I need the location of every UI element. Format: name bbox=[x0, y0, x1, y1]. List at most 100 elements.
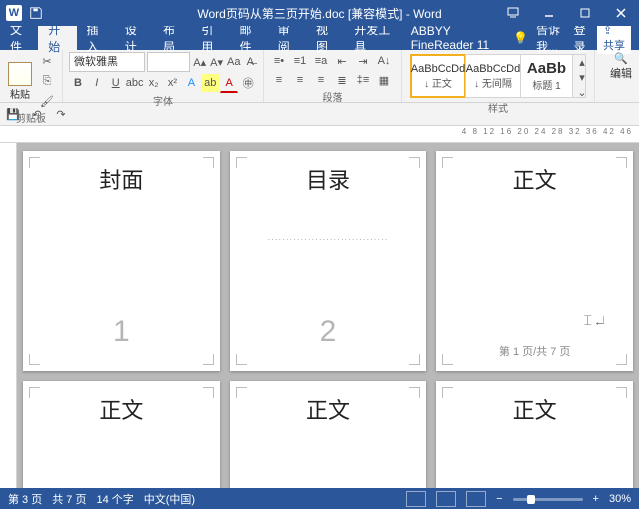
ribbon: 粘贴 ✂ ⎘ 🖌 剪贴板 微软雅黑 A▴ A▾ Aa A̶ B I U bbox=[0, 50, 639, 103]
tab-review[interactable]: 审阅 bbox=[268, 26, 306, 50]
increase-indent-icon[interactable]: ⇥ bbox=[354, 52, 372, 70]
page-thumbnail[interactable]: 正文 bbox=[23, 381, 220, 488]
save-icon[interactable] bbox=[26, 0, 46, 26]
line-spacing-icon[interactable]: ‡≡ bbox=[354, 71, 372, 89]
window-title: Word页码从第三页开始.doc [兼容模式] - Word bbox=[197, 5, 441, 22]
sort-icon[interactable]: A↓ bbox=[375, 52, 393, 70]
tab-layout[interactable]: 布局 bbox=[153, 26, 191, 50]
tab-file[interactable]: 文件 bbox=[0, 26, 38, 50]
maximize-button[interactable] bbox=[567, 0, 603, 26]
style-heading1[interactable]: AaBb 标题 1 bbox=[520, 54, 573, 98]
tab-home[interactable]: 开始 bbox=[38, 26, 76, 50]
decrease-indent-icon[interactable]: ⇤ bbox=[333, 52, 351, 70]
highlight-icon[interactable]: ab bbox=[201, 74, 219, 92]
font-size-select[interactable] bbox=[147, 52, 190, 72]
tab-design[interactable]: 设计 bbox=[115, 26, 153, 50]
zoom-out-button[interactable]: − bbox=[496, 493, 502, 505]
zoom-in-button[interactable]: + bbox=[593, 493, 599, 505]
tab-references[interactable]: 引用 bbox=[191, 26, 229, 50]
font-color-icon[interactable]: A bbox=[220, 74, 238, 93]
page-footer-text: 第 1 页/共 7 页 bbox=[436, 343, 633, 359]
print-layout-icon[interactable] bbox=[436, 491, 456, 507]
page-number: 1 bbox=[23, 315, 220, 349]
tab-insert[interactable]: 插入 bbox=[77, 26, 115, 50]
vertical-ruler[interactable] bbox=[0, 143, 17, 488]
paste-button[interactable]: 粘贴 bbox=[6, 62, 34, 101]
subscript-button[interactable]: x₂ bbox=[145, 74, 163, 92]
page-heading: 正文 bbox=[513, 163, 557, 195]
strikethrough-button[interactable]: abc bbox=[126, 74, 144, 92]
multilevel-icon[interactable]: ≡a bbox=[312, 52, 330, 70]
web-layout-icon[interactable] bbox=[466, 491, 486, 507]
tab-abbyy[interactable]: ABBYY FineReader 11 bbox=[401, 26, 513, 50]
status-page[interactable]: 第 3 页 bbox=[8, 491, 42, 507]
title-bar: W Word页码从第三页开始.doc [兼容模式] - Word bbox=[0, 0, 639, 26]
underline-button[interactable]: U bbox=[107, 74, 125, 92]
style-name: 标题 1 bbox=[532, 77, 560, 92]
redo-icon[interactable]: ↷ bbox=[52, 105, 70, 123]
justify-icon[interactable]: ≣ bbox=[333, 71, 351, 89]
style-sample: AaBbCcDd bbox=[466, 63, 520, 75]
font-name-select[interactable]: 微软雅黑 bbox=[69, 52, 145, 72]
style-sample: AaBbCcDd bbox=[411, 63, 465, 75]
italic-button[interactable]: I bbox=[88, 74, 106, 92]
status-pages-total[interactable]: 共 7 页 bbox=[52, 491, 86, 507]
paste-label: 粘贴 bbox=[10, 86, 30, 101]
page-heading: 正文 bbox=[513, 393, 557, 425]
style-normal[interactable]: AaBbCcDd ↓ 正文 bbox=[410, 54, 466, 98]
align-right-icon[interactable]: ≡ bbox=[312, 71, 330, 89]
word-app-icon: W bbox=[6, 5, 22, 21]
status-word-count[interactable]: 14 个字 bbox=[96, 491, 133, 507]
group-clipboard: 粘贴 ✂ ⎘ 🖌 剪贴板 bbox=[0, 50, 63, 102]
shading-icon[interactable]: ▦ bbox=[375, 71, 393, 89]
cut-icon[interactable]: ✂ bbox=[38, 52, 56, 70]
page-heading: 目录 bbox=[306, 163, 350, 195]
style-no-spacing[interactable]: AaBbCcDd ↓ 无间隔 bbox=[465, 54, 521, 98]
copy-icon[interactable]: ⎘ bbox=[38, 72, 56, 90]
enclose-char-icon[interactable]: ㊥ bbox=[239, 74, 257, 92]
zoom-slider[interactable] bbox=[513, 498, 583, 501]
tab-developer[interactable]: 开发工具 bbox=[344, 26, 400, 50]
status-bar: 第 3 页 共 7 页 14 个字 中文(中国) − + 30% bbox=[0, 488, 639, 509]
tell-me-icon[interactable]: 💡 bbox=[513, 31, 528, 45]
find-icon[interactable]: 🔍 bbox=[614, 52, 628, 65]
text-effects-icon[interactable]: A bbox=[182, 74, 200, 92]
change-case-icon[interactable]: Aa bbox=[226, 53, 241, 71]
tab-mailings[interactable]: 邮件 bbox=[230, 26, 268, 50]
zoom-level[interactable]: 30% bbox=[609, 493, 631, 505]
numbering-icon[interactable]: ≡1 bbox=[291, 52, 309, 70]
superscript-button[interactable]: x² bbox=[164, 74, 182, 92]
page-thumbnail[interactable]: 正文 bbox=[436, 381, 633, 488]
grow-font-icon[interactable]: A▴ bbox=[192, 53, 207, 71]
page-thumbnail[interactable]: 封面 1 bbox=[23, 151, 220, 371]
bullets-icon[interactable]: ≡• bbox=[270, 52, 288, 70]
close-button[interactable] bbox=[603, 0, 639, 26]
group-paragraph: ≡• ≡1 ≡a ⇤ ⇥ A↓ ≡ ≡ ≡ ≣ ‡≡ ▦ 段落 bbox=[264, 50, 402, 102]
styles-label: 样式 bbox=[408, 100, 588, 112]
page-thumbnail[interactable]: 目录 ································· 2 bbox=[230, 151, 427, 371]
status-language[interactable]: 中文(中国) bbox=[144, 491, 195, 507]
share-button[interactable]: ⇪ 共享 bbox=[597, 23, 631, 54]
bold-button[interactable]: B bbox=[69, 74, 87, 92]
page-heading: 正文 bbox=[99, 393, 143, 425]
minimize-button[interactable] bbox=[531, 0, 567, 26]
page-thumbnail[interactable]: 正文 bbox=[230, 381, 427, 488]
horizontal-ruler[interactable]: 4 8 12 16 20 24 28 32 36 42 46 bbox=[0, 126, 639, 143]
align-left-icon[interactable]: ≡ bbox=[270, 71, 288, 89]
tab-view[interactable]: 视图 bbox=[306, 26, 344, 50]
style-name: ↓ 正文 bbox=[424, 75, 452, 90]
align-center-icon[interactable]: ≡ bbox=[291, 71, 309, 89]
read-mode-icon[interactable] bbox=[406, 491, 426, 507]
save-qat-icon[interactable]: 💾 bbox=[4, 105, 22, 123]
ribbon-options-icon[interactable] bbox=[495, 0, 531, 26]
page-thumbnail[interactable]: 正文 ⌶ ↵ 第 1 页/共 7 页 bbox=[436, 151, 633, 371]
shrink-font-icon[interactable]: A▾ bbox=[209, 53, 224, 71]
document-area: 封面 1 目录 ································… bbox=[0, 143, 639, 488]
undo-icon[interactable]: ↶ bbox=[28, 105, 46, 123]
ribbon-tabs: 文件 开始 插入 设计 布局 引用 邮件 审阅 视图 开发工具 ABBYY Fi… bbox=[0, 26, 639, 50]
clear-format-icon[interactable]: A̶ bbox=[243, 53, 257, 71]
ruler-marks: 4 8 12 16 20 24 28 32 36 42 46 bbox=[462, 127, 633, 136]
pages-grid: 封面 1 目录 ································… bbox=[17, 143, 639, 488]
styles-expand[interactable]: ▴▾⌄ bbox=[572, 54, 586, 98]
editing-label: 编辑 bbox=[610, 65, 632, 81]
